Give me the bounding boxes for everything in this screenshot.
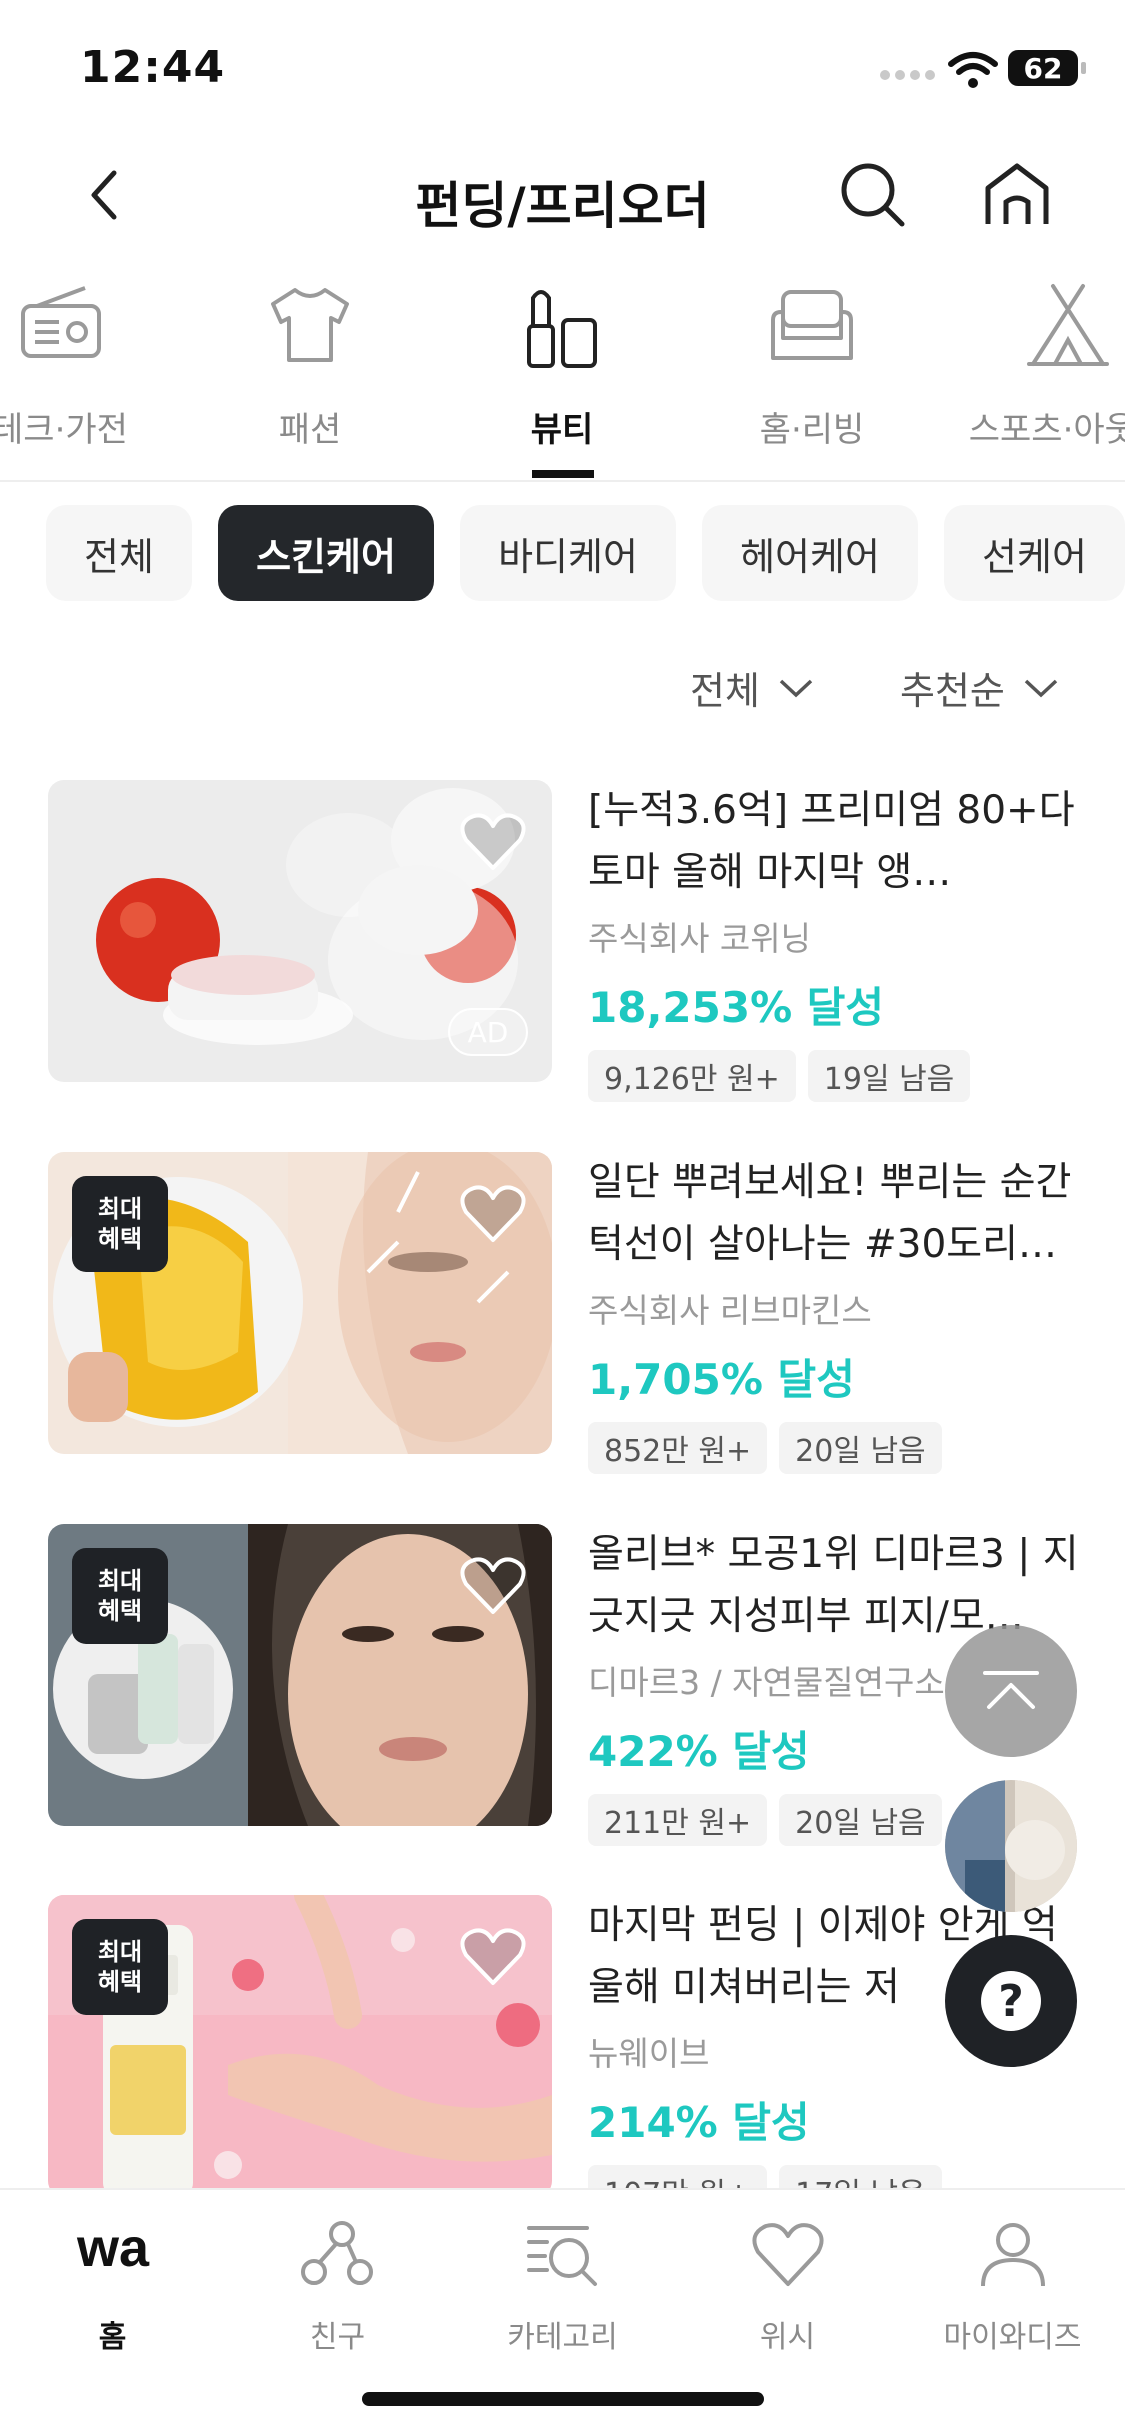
chip-suncare[interactable]: 선케어: [944, 505, 1125, 601]
chip-haircare[interactable]: 헤어케어: [702, 505, 918, 601]
filter-label: 전체: [690, 669, 760, 713]
home-icon[interactable]: [980, 158, 1054, 232]
days-left-tag: 20일 남음: [779, 1422, 942, 1474]
product-card[interactable]: 최대 혜택 올리브* 모공1위 디마르3 | 지긋지긋 지성피부 피지/모… 디…: [48, 1524, 1079, 1846]
category-label: 뷰티: [530, 410, 594, 450]
tab-label: 카테고리: [507, 2320, 618, 2355]
category-label: 패션: [278, 410, 342, 450]
tab-label: 홈: [98, 2320, 127, 2355]
max-benefit-badge: 최대 혜택: [72, 1548, 168, 1644]
wish-heart-icon[interactable]: [458, 1925, 528, 1989]
category-sports[interactable]: 스포츠·아웃도: [968, 270, 1125, 482]
filter-dropdown[interactable]: 전체: [690, 660, 814, 715]
category-beauty[interactable]: 뷰티: [462, 270, 662, 482]
wa-logo-icon: wa: [75, 2220, 149, 2278]
cellular-signal-icon: [880, 70, 940, 82]
home-indicator: [362, 2392, 764, 2406]
product-maker: 주식회사 리브마킨스: [588, 1291, 872, 1330]
tab-label: 위시: [759, 2320, 816, 2355]
max-benefit-badge: 최대 혜택: [72, 1176, 168, 1272]
subcategory-chips: 전체 스킨케어 바디케어 헤어케어 선케어: [0, 505, 1125, 605]
person-icon: [980, 2223, 1045, 2287]
question-icon: ?: [981, 1971, 1041, 2031]
avatar: [945, 1780, 1077, 1912]
chip-all[interactable]: 전체: [46, 505, 192, 601]
chevron-down-icon: [779, 679, 813, 697]
battery-icon: 62: [1008, 50, 1086, 86]
wa-logo-text: wa: [75, 2220, 149, 2278]
help-button[interactable]: ?: [945, 1935, 1077, 2067]
ad-badge: AD: [448, 1008, 528, 1056]
tab-home[interactable]: wa 홈: [0, 2220, 225, 2370]
search-icon[interactable]: [838, 160, 908, 230]
arrow-up-icon: [983, 1671, 1039, 1709]
tab-category[interactable]: 카테고리: [450, 2220, 675, 2370]
category-tabs: 테크·가전 패션 뷰티 홈·리빙 스포츠·아웃도: [0, 270, 1125, 482]
top-nav-bar: 펀딩/프리오더: [0, 130, 1125, 260]
tab-my-wadiz[interactable]: 마이와디즈: [900, 2220, 1125, 2370]
scroll-to-top-button[interactable]: [945, 1625, 1077, 1757]
funding-amount-tag: 9,126만 원+: [588, 1050, 796, 1102]
product-tags: 852만 원+ 20일 남음: [588, 1422, 1088, 1474]
active-tab-indicator: [532, 470, 594, 478]
wish-heart-icon[interactable]: [458, 1182, 528, 1246]
product-info: 일단 뿌려보세요! 뿌리는 순간 턱선이 살아나는 #30도리… 주식회사 리브…: [588, 1152, 1088, 1474]
wish-heart-icon[interactable]: [458, 810, 528, 874]
category-home-living[interactable]: 홈·리빙: [712, 270, 912, 482]
category-label: 스포츠·아웃도: [968, 410, 1125, 450]
product-card[interactable]: 최대 혜택 마지막 펀딩 | 이제야 안게 억울해 미쳐버리는 저 뉴웨이브 2…: [48, 1895, 1078, 2217]
product-info: [누적3.6억] 프리미엄 80+다토마 올해 마지막 앵… 주식회사 코위닝 …: [588, 780, 1088, 1102]
product-achievement: 214% 달성: [588, 2098, 810, 2147]
funding-amount-tag: 211만 원+: [588, 1794, 768, 1846]
sort-bar: 전체 추천순: [0, 660, 1125, 730]
days-left-tag: 19일 남음: [807, 1050, 971, 1102]
chip-skincare[interactable]: 스킨케어: [218, 505, 434, 601]
tab-label: 마이와디즈: [943, 2320, 1082, 2355]
funding-amount-tag: 852만 원+: [588, 1422, 768, 1474]
cosmetics-icon: [527, 290, 597, 368]
product-maker: 주식회사 코위닝: [588, 919, 812, 958]
category-label: 홈·리빙: [759, 410, 865, 450]
live-avatar-button[interactable]: [945, 1780, 1077, 1912]
product-achievement: 18,253% 달성: [588, 983, 885, 1032]
sort-dropdown[interactable]: 추천순: [900, 660, 1059, 715]
status-time: 12:44: [80, 42, 226, 93]
category-tech[interactable]: 테크·가전: [0, 270, 160, 482]
chip-bodycare[interactable]: 바디케어: [460, 505, 676, 601]
status-bar: 12:44 62: [0, 0, 1125, 130]
wish-heart-icon[interactable]: [458, 1554, 528, 1618]
wifi-icon: [948, 52, 998, 88]
tab-friends[interactable]: 친구: [225, 2220, 450, 2370]
max-benefit-badge: 최대 혜택: [72, 1919, 168, 2015]
chevron-down-icon: [1024, 679, 1058, 697]
battery-level: 62: [1023, 51, 1063, 85]
tshirt-icon: [271, 288, 349, 362]
sofa-icon: [771, 290, 853, 360]
sort-label: 추천순: [900, 669, 1005, 713]
tab-label: 친구: [309, 2320, 366, 2355]
radio-icon: [21, 286, 101, 358]
tent-icon: [1027, 284, 1109, 366]
heart-icon: [751, 2223, 824, 2286]
friends-icon: [300, 2221, 373, 2285]
days-left-tag: 20일 남음: [779, 1794, 942, 1846]
product-title[interactable]: 일단 뿌려보세요! 뿌리는 순간 턱선이 살아나는 #30도리…: [588, 1152, 1088, 1276]
product-card[interactable]: AD [누적3.6억] 프리미엄 80+다토마 올해 마지막 앵… 주식회사 코…: [48, 780, 1078, 1102]
product-tags: 9,126만 원+ 19일 남음: [588, 1050, 1088, 1102]
product-card[interactable]: 최대 혜택 일단 뿌려보세요! 뿌리는 순간 턱선이 살아나는 #30도리… 주…: [48, 1152, 1078, 1474]
product-achievement: 1,705% 달성: [588, 1355, 855, 1404]
category-fashion[interactable]: 패션: [210, 270, 410, 482]
product-title[interactable]: [누적3.6억] 프리미엄 80+다토마 올해 마지막 앵…: [588, 780, 1088, 904]
page-title: 펀딩/프리오더: [415, 177, 710, 235]
tab-wish[interactable]: 위시: [675, 2220, 900, 2370]
category-search-icon: [526, 2226, 597, 2286]
